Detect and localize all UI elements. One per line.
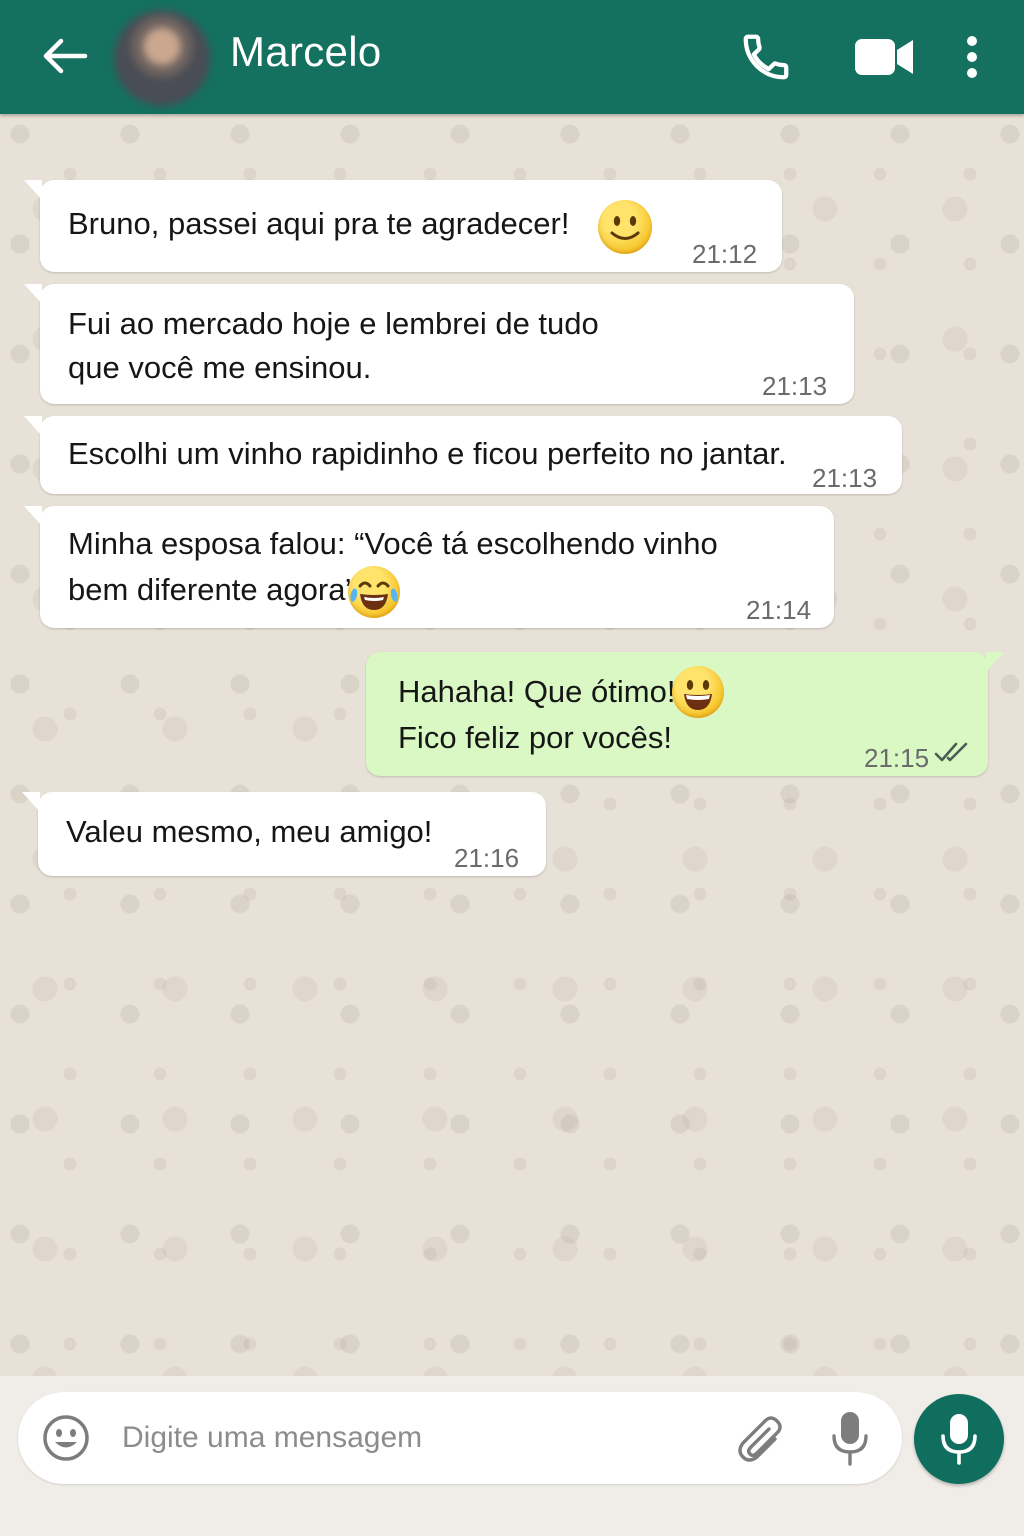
- video-call-button[interactable]: [852, 28, 916, 86]
- message-text-line: Fico feliz por vocês!: [398, 720, 672, 755]
- message-composer: [0, 1376, 1024, 1536]
- message-time: 21:16: [454, 843, 520, 873]
- voice-note-button[interactable]: [826, 1410, 874, 1468]
- back-button[interactable]: [36, 30, 92, 82]
- message-bubble-outgoing[interactable]: Hahaha! Que ótimo! Fico feliz por vocês!…: [366, 652, 1004, 776]
- message-text-line: Minha esposa falou: “Você tá escolhendo …: [68, 526, 718, 561]
- message-time: 21:13: [762, 371, 828, 401]
- grinning-face-emoji-icon: [672, 666, 724, 718]
- smiling-face-emoji-icon: [598, 200, 652, 254]
- contact-avatar[interactable]: [114, 10, 210, 106]
- message-bubble-incoming[interactable]: Bruno, passei aqui pra te agradecer! 21:…: [24, 180, 782, 272]
- vertical-dots-icon: [967, 36, 977, 78]
- message-text-line: Fui ao mercado hoje e lembrei de tudo: [68, 306, 599, 341]
- chat-messages-area[interactable]: Bruno, passei aqui pra te agradecer! 21:…: [0, 114, 1024, 1376]
- tears-of-joy-emoji-icon: [348, 566, 400, 618]
- paperclip-icon: [738, 1416, 782, 1462]
- message-bubble-incoming[interactable]: Fui ao mercado hoje e lembrei de tudo qu…: [24, 284, 854, 404]
- message-input[interactable]: [122, 1414, 702, 1462]
- emoji-button[interactable]: [40, 1412, 92, 1464]
- message-text: Valeu mesmo, meu amigo!: [66, 814, 433, 849]
- more-options-button[interactable]: [956, 28, 988, 86]
- message-time: 21:14: [746, 595, 812, 625]
- microphone-icon: [941, 1414, 977, 1465]
- message-bubble-incoming[interactable]: Minha esposa falou: “Você tá escolhendo …: [24, 506, 834, 628]
- message-text-line: bem diferente agora”: [68, 572, 356, 607]
- message-bubble-incoming[interactable]: Escolhi um vinho rapidinho e ficou perfe…: [24, 416, 902, 494]
- message-time: 21:13: [812, 463, 878, 493]
- message-text-line: que você me ensinou.: [68, 350, 372, 385]
- message-input-container[interactable]: [18, 1392, 902, 1484]
- chat-header: Marcelo: [0, 0, 1024, 114]
- microphone-icon: [832, 1412, 868, 1466]
- send-voice-button[interactable]: [914, 1394, 1004, 1484]
- arrow-left-icon: [43, 38, 88, 74]
- double-check-icon: [934, 742, 968, 762]
- emoji-smiley-icon: [43, 1415, 89, 1461]
- message-bubble-incoming[interactable]: Valeu mesmo, meu amigo! 21:16: [22, 792, 546, 876]
- message-text: Escolhi um vinho rapidinho e ficou perfe…: [68, 436, 787, 471]
- message-text-line: Hahaha! Que ótimo!: [398, 674, 676, 709]
- phone-icon: [743, 34, 789, 80]
- voice-call-button[interactable]: [736, 28, 796, 86]
- message-text: Bruno, passei aqui pra te agradecer!: [68, 206, 570, 241]
- attach-button[interactable]: [730, 1412, 788, 1466]
- video-camera-icon: [855, 39, 913, 75]
- message-time: 21:12: [692, 239, 758, 269]
- contact-name[interactable]: Marcelo: [230, 28, 381, 76]
- message-time: 21:15: [864, 743, 930, 773]
